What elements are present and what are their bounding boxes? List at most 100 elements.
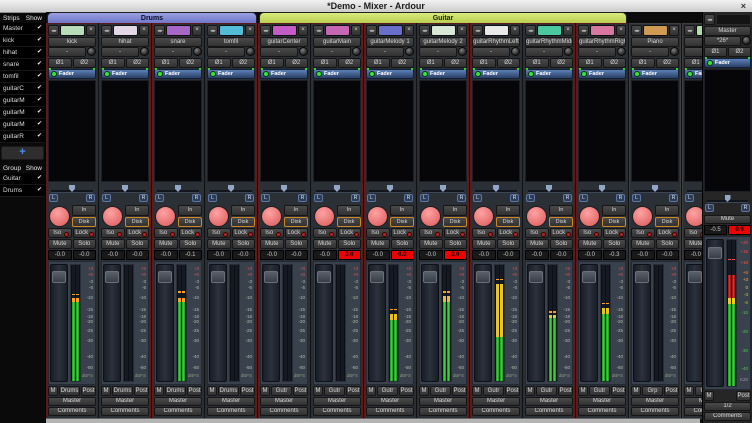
width-toggle-button[interactable]: ◄► bbox=[472, 25, 483, 36]
input-button[interactable]: - bbox=[525, 47, 563, 57]
gain-display[interactable]: -0.0 bbox=[684, 250, 702, 260]
show-checkbox[interactable]: ✔ bbox=[37, 108, 42, 117]
solo-isolate-button[interactable]: Iso bbox=[48, 228, 72, 238]
solo-button[interactable]: Solo bbox=[232, 239, 256, 249]
hide-strip-icon[interactable]: × bbox=[298, 25, 308, 36]
metering-button[interactable]: M bbox=[684, 386, 694, 396]
strip-name-button[interactable]: guitarCenter bbox=[260, 37, 308, 47]
phase-1-button[interactable]: Ø1 bbox=[525, 58, 549, 68]
processor-enable-led[interactable] bbox=[634, 71, 640, 77]
gain-display[interactable]: -0.0 bbox=[313, 250, 337, 260]
output-button[interactable]: Master bbox=[472, 397, 520, 406]
group-button[interactable]: Grp bbox=[695, 386, 702, 396]
phase-1-button[interactable]: Ø1 bbox=[704, 47, 727, 57]
solo-lock-button[interactable]: Lock bbox=[73, 228, 97, 238]
record-arm-button[interactable] bbox=[314, 206, 335, 227]
strip-name-button[interactable]: guitarRhythmRight bbox=[578, 37, 626, 47]
output-button[interactable]: Master bbox=[366, 397, 414, 406]
group-button[interactable]: Drums bbox=[112, 386, 133, 396]
strip-color-swatch[interactable] bbox=[166, 25, 191, 36]
show-checkbox[interactable]: ✔ bbox=[37, 36, 42, 45]
show-checkbox[interactable]: ✔ bbox=[37, 120, 42, 129]
monitor-input-button[interactable]: In bbox=[72, 205, 96, 216]
solo-isolate-button[interactable]: Iso bbox=[631, 228, 655, 238]
trim-knob[interactable] bbox=[617, 47, 626, 56]
pan-right-button[interactable]: R bbox=[139, 194, 148, 202]
peak-display[interactable]: -0.0 bbox=[126, 250, 150, 260]
master-output-button[interactable]: 1/2 bbox=[704, 402, 751, 411]
gain-display[interactable]: -0.0 bbox=[578, 250, 602, 260]
input-button[interactable]: - bbox=[101, 47, 139, 57]
record-arm-button[interactable] bbox=[526, 206, 547, 227]
fader-handle[interactable] bbox=[423, 271, 437, 283]
solo-isolate-button[interactable]: Iso bbox=[313, 228, 337, 238]
fader-processor[interactable]: Fader bbox=[154, 69, 202, 79]
strip-color-swatch[interactable] bbox=[325, 25, 350, 36]
solo-isolate-button[interactable]: Iso bbox=[684, 228, 702, 238]
hide-strip-icon[interactable]: × bbox=[669, 25, 679, 36]
output-button[interactable]: Master bbox=[525, 397, 573, 406]
phase-2-button[interactable]: Ø2 bbox=[728, 47, 751, 57]
monitor-input-button[interactable]: In bbox=[231, 205, 255, 216]
strip-name-button[interactable]: tomfil bbox=[207, 37, 255, 47]
mute-button[interactable]: Mute bbox=[366, 239, 390, 249]
meter-point-button[interactable]: Post bbox=[452, 386, 467, 396]
solo-isolate-button[interactable]: Iso bbox=[419, 228, 443, 238]
monitor-disk-button[interactable]: Disk bbox=[443, 217, 467, 228]
pan-left-button[interactable]: L bbox=[705, 204, 714, 212]
pan-left-button[interactable]: L bbox=[314, 194, 323, 202]
phase-1-button[interactable]: Ø1 bbox=[578, 58, 602, 68]
fader-processor[interactable]: Fader bbox=[366, 69, 414, 79]
phase-2-button[interactable]: Ø2 bbox=[232, 58, 256, 68]
show-checkbox[interactable]: ✔ bbox=[37, 48, 42, 57]
processor-enable-led[interactable] bbox=[51, 71, 57, 77]
gain-fader[interactable] bbox=[209, 264, 227, 382]
monitor-disk-button[interactable]: Disk bbox=[125, 217, 149, 228]
fader-handle[interactable] bbox=[158, 271, 172, 283]
group-button[interactable]: Gutr bbox=[324, 386, 345, 396]
width-toggle-button[interactable]: ◄► bbox=[631, 25, 642, 36]
pan-right-button[interactable]: R bbox=[298, 194, 307, 202]
metering-button[interactable]: M bbox=[419, 386, 429, 396]
strip-color-swatch[interactable] bbox=[378, 25, 403, 36]
strip-name-button[interactable]: guitarMelody 2 bbox=[419, 37, 467, 47]
metering-button[interactable]: M bbox=[472, 386, 482, 396]
solo-button[interactable]: Solo bbox=[338, 239, 362, 249]
gain-display[interactable]: -0.0 bbox=[154, 250, 178, 260]
monitor-input-button[interactable]: In bbox=[443, 205, 467, 216]
pan-left-button[interactable]: L bbox=[526, 194, 535, 202]
show-checkbox[interactable]: ✔ bbox=[37, 72, 42, 81]
meter-point-button[interactable]: Post bbox=[611, 386, 626, 396]
trim-knob[interactable] bbox=[742, 36, 751, 45]
pan-left-button[interactable]: L bbox=[367, 194, 376, 202]
width-toggle-button[interactable]: ◄► bbox=[313, 25, 324, 36]
processor-enable-led[interactable] bbox=[210, 71, 216, 77]
input-button[interactable]: - bbox=[313, 47, 351, 57]
processor-box[interactable] bbox=[631, 80, 679, 182]
metering-button[interactable]: M bbox=[260, 386, 270, 396]
master-input-button[interactable]: *26* bbox=[704, 36, 741, 46]
mute-button[interactable]: Mute bbox=[684, 239, 702, 249]
window-close-icon[interactable]: × bbox=[741, 0, 746, 12]
mute-button[interactable]: Mute bbox=[631, 239, 655, 249]
trim-knob[interactable] bbox=[299, 47, 308, 56]
group-button[interactable]: Gutr bbox=[377, 386, 398, 396]
strip-name-button[interactable]: Piano bbox=[631, 37, 679, 47]
trim-knob[interactable] bbox=[458, 47, 467, 56]
group-tab-guitar[interactable]: Guitar bbox=[259, 12, 627, 23]
gain-display[interactable]: -0.0 bbox=[472, 250, 496, 260]
processor-box[interactable] bbox=[704, 69, 751, 192]
phase-2-button[interactable]: Ø2 bbox=[497, 58, 521, 68]
pan-right-button[interactable]: R bbox=[741, 204, 750, 212]
input-button[interactable]: - bbox=[260, 47, 298, 57]
pan-left-button[interactable]: L bbox=[632, 194, 641, 202]
sidebar-strip-row[interactable]: Master✔ bbox=[0, 23, 45, 35]
input-button[interactable]: - bbox=[48, 47, 86, 57]
monitor-disk-button[interactable]: Disk bbox=[72, 217, 96, 228]
width-toggle-button[interactable]: ◄► bbox=[525, 25, 536, 36]
width-toggle-button[interactable]: ◄► bbox=[48, 25, 59, 36]
strip-name-button[interactable]: hihat bbox=[101, 37, 149, 47]
meter-point-button[interactable]: Post bbox=[293, 386, 308, 396]
phase-1-button[interactable]: Ø1 bbox=[101, 58, 125, 68]
meter-point-button[interactable]: Post bbox=[664, 386, 679, 396]
